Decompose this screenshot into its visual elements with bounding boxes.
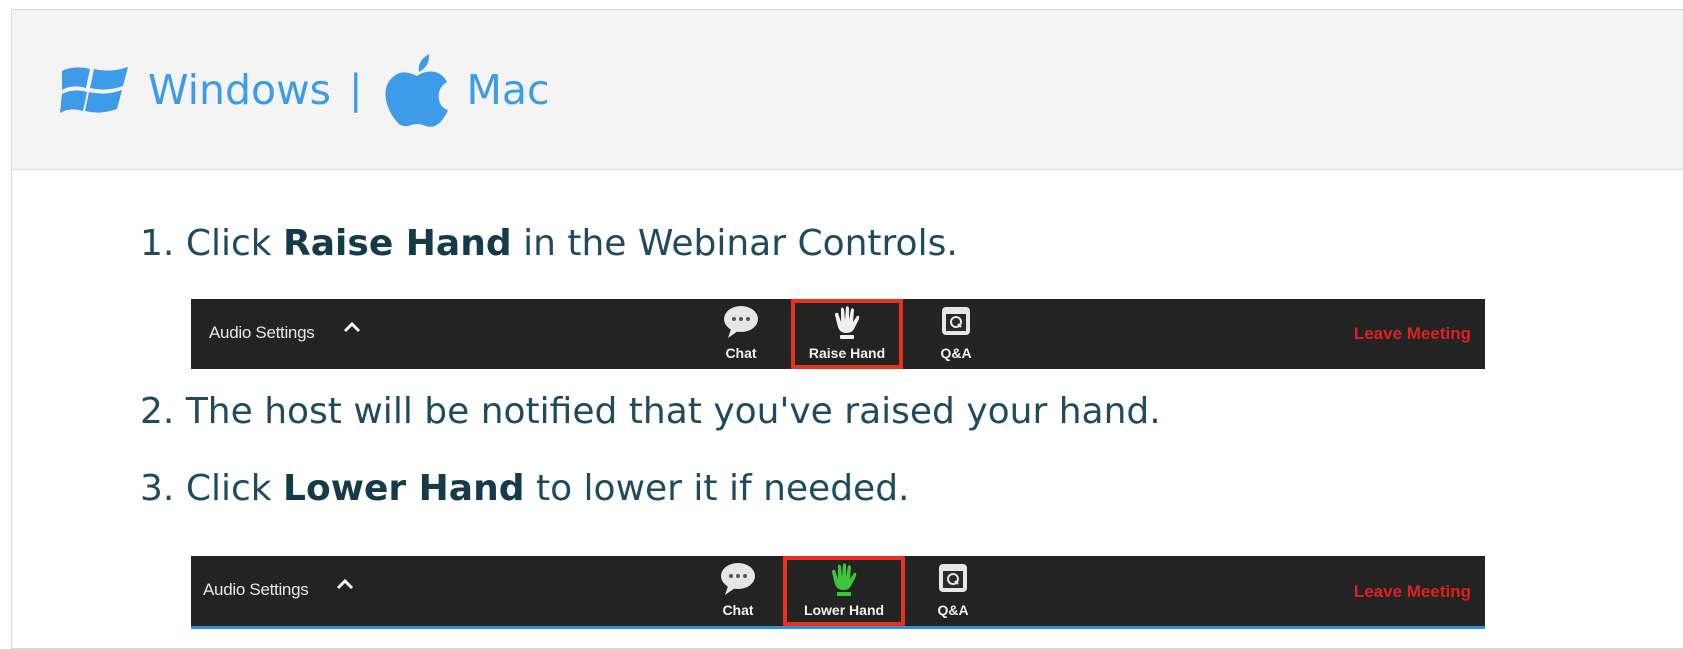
raised-hand-icon	[832, 563, 857, 596]
chat-label: Chat	[722, 602, 754, 618]
step-text-post: to lower it if needed.	[535, 468, 910, 509]
step-text-pre: Click	[185, 468, 272, 509]
qa-icon	[939, 564, 967, 592]
lower-hand-button[interactable]: Lower Hand	[787, 556, 901, 626]
chat-bubble-icon	[721, 563, 755, 595]
tab-separator: |	[349, 66, 363, 113]
apple-logo-icon	[384, 53, 448, 127]
windows-tab[interactable]: Windows	[60, 61, 331, 119]
chevron-up-icon[interactable]	[334, 574, 356, 596]
qa-icon	[942, 307, 970, 335]
step-number: 2.	[140, 391, 175, 432]
step-text-pre: Click	[185, 223, 272, 264]
audio-settings-label[interactable]: Audio Settings	[203, 580, 309, 600]
qa-label: Q&A	[940, 345, 972, 361]
chat-button[interactable]: Chat	[706, 299, 776, 369]
webinar-controls-toolbar-raise: Audio Settings Chat Raise Hand Q&A Leave…	[191, 299, 1485, 369]
qa-label: Q&A	[937, 602, 969, 618]
windows-tab-label: Windows	[148, 65, 332, 114]
step-number: 3.	[140, 468, 175, 509]
leave-meeting-button[interactable]: Leave Meeting	[1354, 324, 1471, 344]
chevron-up-icon[interactable]	[341, 317, 363, 339]
hand-icon	[835, 306, 860, 339]
step-bold-term: Raise Hand	[283, 223, 512, 264]
windows-logo-icon	[60, 66, 128, 113]
leave-meeting-button[interactable]: Leave Meeting	[1354, 582, 1471, 602]
step-text: The host will be notified that you've ra…	[185, 391, 1161, 432]
step-number: 1.	[140, 223, 175, 264]
chat-label: Chat	[725, 345, 757, 361]
step-bold-term: Lower Hand	[283, 468, 525, 509]
raise-hand-label: Raise Hand	[808, 345, 886, 361]
step-2: 2. The host will be notified that you've…	[140, 388, 1161, 436]
mac-tab[interactable]: Mac	[384, 52, 550, 128]
step-text-post: in the Webinar Controls.	[523, 223, 958, 264]
raise-hand-button[interactable]: Raise Hand	[795, 299, 899, 369]
lower-hand-label: Lower Hand	[803, 602, 885, 618]
qa-button[interactable]: Q&A	[921, 299, 991, 369]
qa-button[interactable]: Q&A	[918, 556, 988, 626]
audio-settings-label[interactable]: Audio Settings	[209, 323, 315, 343]
chat-button[interactable]: Chat	[703, 556, 773, 626]
os-tab-bar: Windows | Mac	[12, 10, 1683, 170]
mac-tab-label: Mac	[466, 65, 550, 114]
webinar-controls-toolbar-lower: Audio Settings Chat Lower Hand Q&A Leave…	[191, 556, 1485, 629]
chat-bubble-icon	[724, 306, 758, 338]
step-3: 3. Click Lower Hand to lower it if neede…	[140, 465, 910, 513]
step-1: 1. Click Raise Hand in the Webinar Contr…	[140, 220, 958, 268]
